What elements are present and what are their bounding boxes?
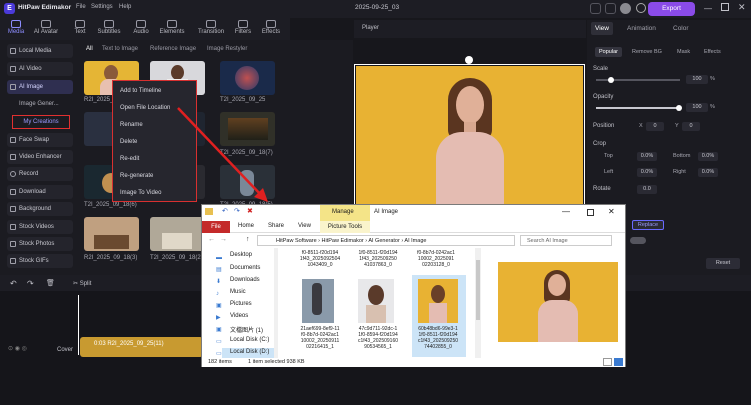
annotation-arrow <box>177 107 268 202</box>
